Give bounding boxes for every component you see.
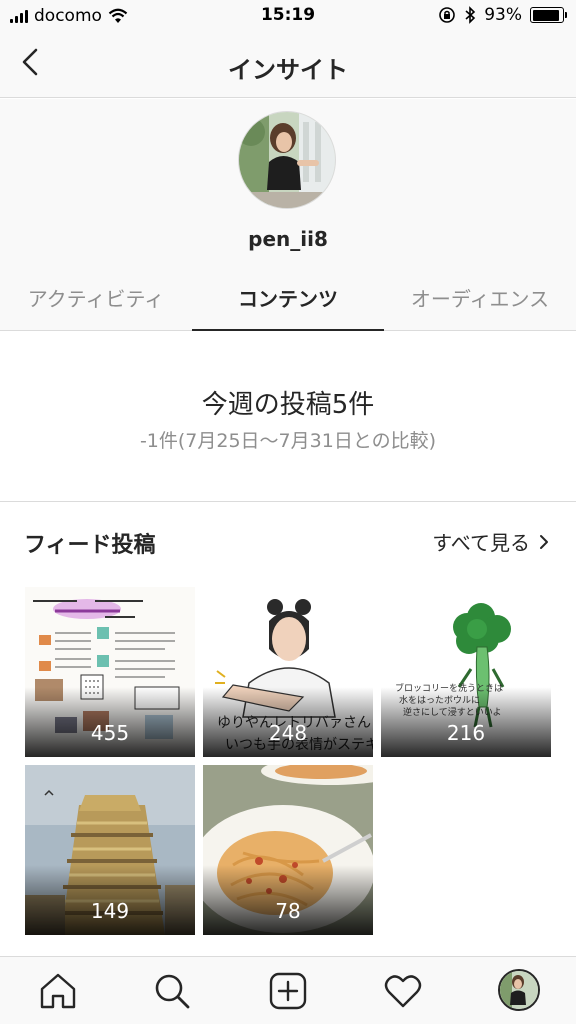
weekly-post-count: 今週の投稿5件 <box>201 390 375 420</box>
new-post-tab[interactable] <box>268 971 308 1011</box>
bluetooth-icon <box>465 6 476 24</box>
search-tab[interactable] <box>152 971 192 1011</box>
tab-audience[interactable]: オーディエンス <box>384 269 576 331</box>
post-thumbnail-broccoli[interactable]: ブロッコリーを洗うときは 水をはったボウルに 逆さにして浸すといいよ 216 <box>381 587 551 757</box>
chevron-left-icon <box>22 48 38 76</box>
profile-avatar[interactable] <box>498 969 540 1011</box>
home-icon <box>40 973 76 1009</box>
post-thumbnail-bullet-journal[interactable]: 455 <box>25 587 195 757</box>
navigation-bar: インサイト <box>0 32 576 98</box>
post-thumbnail-pasta[interactable]: 78 <box>203 765 373 935</box>
activity-tab[interactable] <box>383 971 423 1011</box>
post-engagement-count: 216 <box>446 721 486 745</box>
post-engagement-count: 149 <box>90 899 130 923</box>
see-all-link[interactable]: すべて見る <box>432 527 550 556</box>
feed-posts-grid: 455 ゆりやんレトリバァさん いつも手の表情がステキ 248 <box>25 587 555 937</box>
weekly-comparison: -1件(7月25日〜7月31日との比較) <box>139 430 437 452</box>
post-engagement-count: 248 <box>268 721 308 745</box>
see-all-label: すべて見る <box>432 531 530 555</box>
post-thumbnail-temple[interactable]: 149 <box>25 765 195 935</box>
avatar-photo <box>239 112 335 208</box>
back-button[interactable] <box>14 44 50 80</box>
post-engagement-count: 78 <box>275 899 301 923</box>
post-thumbnail-illustration-woman[interactable]: ゆりやんレトリバァさん いつも手の表情がステキ 248 <box>203 587 373 757</box>
battery-percent: 93% <box>484 5 522 25</box>
profile-section: pen_ii8 アクティビティ コンテンツ オーディエンス <box>0 99 576 331</box>
orientation-lock-icon <box>439 7 456 23</box>
search-icon <box>155 974 190 1009</box>
bottom-tab-bar <box>0 956 576 1024</box>
feed-posts-header: フィード投稿 すべて見る <box>0 503 576 579</box>
tab-content[interactable]: コンテンツ <box>192 269 384 331</box>
battery-level <box>532 9 560 21</box>
profile-username: pen_ii8 <box>248 227 328 251</box>
feed-posts-title: フィード投稿 <box>24 533 156 558</box>
status-right: 93% <box>438 5 567 25</box>
tab-activity[interactable]: アクティビティ <box>0 269 192 331</box>
page-title: インサイト <box>228 56 348 84</box>
post-engagement-count: 455 <box>90 721 130 745</box>
new-post-icon <box>269 972 307 1010</box>
battery-icon <box>530 7 567 23</box>
home-tab[interactable] <box>38 971 78 1011</box>
profile-avatar <box>238 111 336 209</box>
weekly-summary: 今週の投稿5件 -1件(7月25日〜7月31日との比較) <box>0 332 576 502</box>
profile-avatar-photo <box>500 971 538 1009</box>
chevron-right-icon <box>540 534 548 549</box>
status-bar: docomo 15:19 93% <box>0 0 576 32</box>
insight-tabs: アクティビティ コンテンツ オーディエンス <box>0 269 576 331</box>
heart-icon <box>384 975 422 1008</box>
